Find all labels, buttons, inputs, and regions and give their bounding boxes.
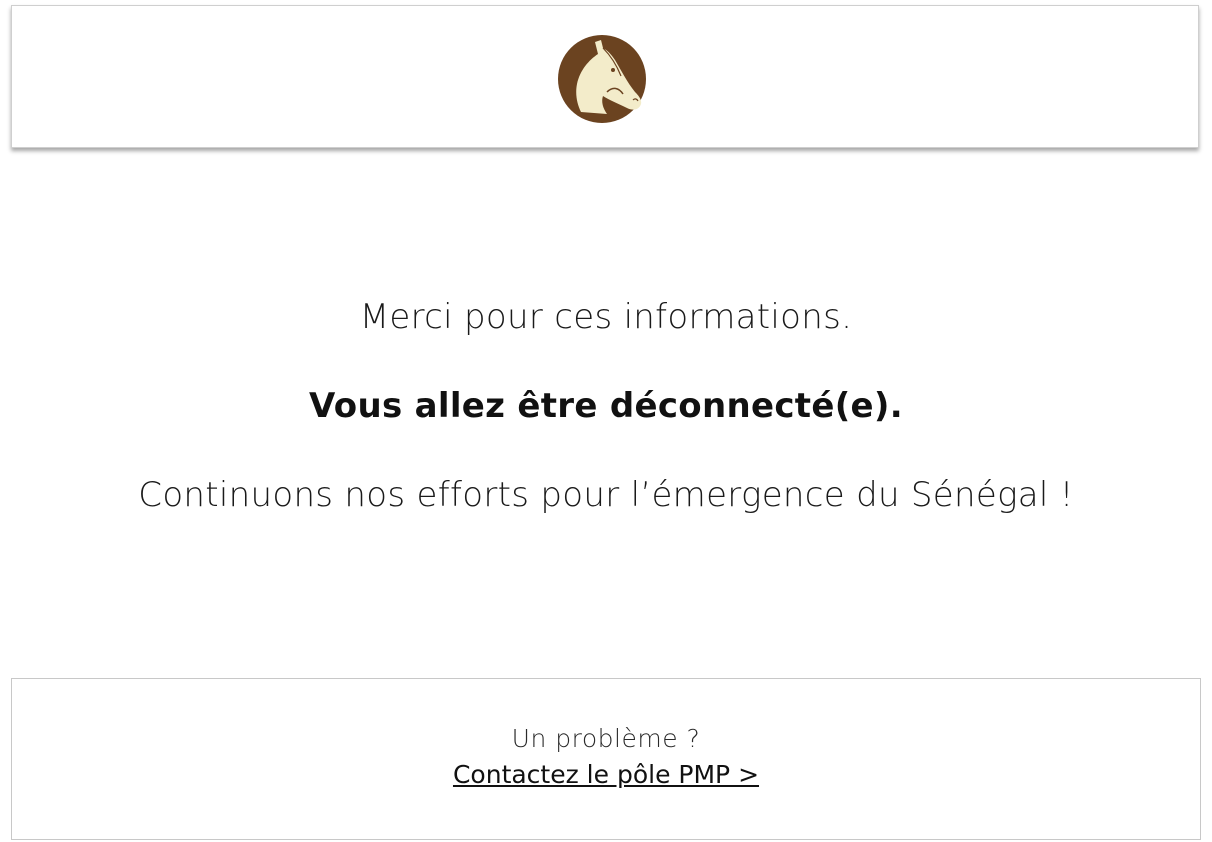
encouragement-text: Continuons nos efforts pour l’émergence … (138, 475, 1074, 515)
footer-box: Un problème ? Contactez le pôle PMP > (11, 678, 1201, 840)
page: Merci pour ces informations. Vous allez … (0, 0, 1212, 842)
thanks-text: Merci pour ces informations. (359, 297, 853, 337)
horse-head-icon (558, 35, 646, 123)
contact-pmp-link[interactable]: Contactez le pôle PMP > (12, 759, 1200, 791)
header-bar (11, 5, 1199, 148)
problem-question: Un problème ? (511, 724, 701, 753)
logout-notice: Vous allez être déconnecté(e). (309, 386, 903, 426)
confirmation-message: Merci pour ces informations. Vous allez … (0, 295, 1212, 562)
